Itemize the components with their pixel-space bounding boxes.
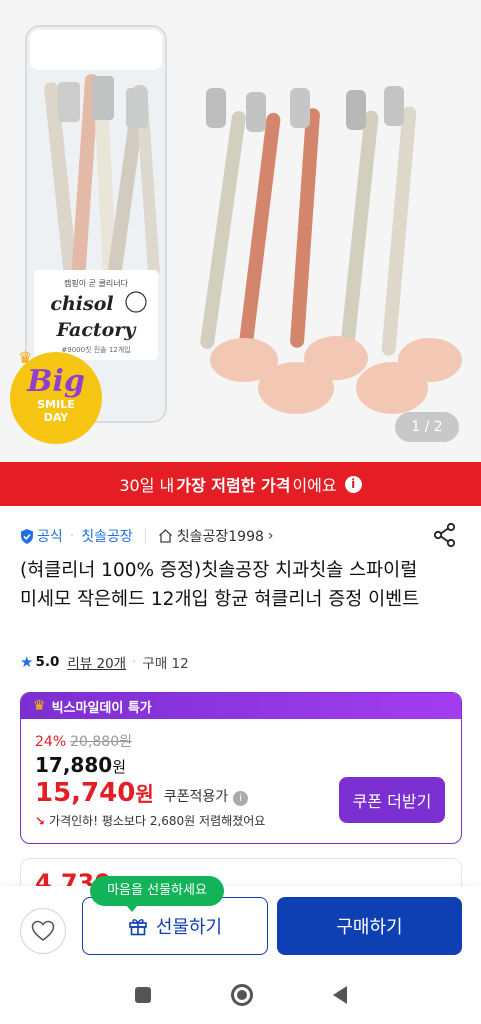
star-icon: ★ (20, 653, 34, 671)
jar-label-bottom: #9000칫 진솔 12개입 (61, 345, 130, 354)
info-icon[interactable]: i (344, 475, 362, 493)
price-drop-text: 가격인하! 평소보다 2,680원 저렴해졌어요 (49, 814, 266, 828)
badge-big-text: Big (27, 364, 85, 399)
rating-row: ★ 5.0 리뷰 20개 · 구매 12 (20, 652, 189, 672)
share-icon[interactable] (431, 521, 459, 549)
gift-label: 선물하기 (155, 917, 223, 938)
store-link[interactable]: 칫솔공장1998 › (158, 526, 274, 546)
promo-header: ♛ 빅스마일데이 특가 (21, 693, 461, 719)
shield-check-icon (21, 528, 33, 544)
divider (144, 529, 146, 543)
official-badge: 공식 (20, 526, 63, 546)
original-price: 20,880원 (70, 734, 132, 750)
coupon-price-label: 쿠폰적용가 (163, 789, 229, 805)
more-coupons-button[interactable]: 쿠폰 더받기 (339, 777, 445, 823)
wishlist-button[interactable] (20, 908, 66, 954)
reviews-link[interactable]: 리뷰 20개 (67, 652, 126, 672)
home-button-icon[interactable] (230, 984, 253, 1006)
image-counter: 1 / 2 (395, 412, 459, 442)
gift-icon (129, 919, 147, 936)
product-title: (혀클리너 100% 증정)칫솔공장 치과칫솔 스파이럴 미세모 작은헤드 12… (20, 560, 420, 610)
jar-label-top: 캠핑이 곧 클리너다 (64, 278, 129, 288)
banner-prefix: 30일 내 (119, 476, 175, 495)
bottom-action-bar: 선물하기 구매하기 (0, 886, 481, 966)
banner-bold: 가장 저렴한 가격 (176, 476, 291, 495)
badge-day-text: DAY (43, 411, 69, 424)
discount-row: 24% 20,880원 (35, 731, 447, 751)
info-icon[interactable]: i (233, 791, 249, 806)
arrow-down-icon: ↘ (35, 813, 46, 828)
recent-apps-icon[interactable] (134, 987, 151, 1003)
seller-row: 공식 · 칫솔공장 칫솔공장1998 › (20, 521, 467, 549)
dot-separator: · (132, 654, 137, 670)
purchase-count: 구매 12 (142, 656, 189, 672)
store-name: 칫솔공장1998 (176, 529, 264, 545)
badge-smile-text: SMILE (37, 398, 75, 411)
back-icon[interactable] (332, 986, 347, 1004)
promo-price-box: ♛ 빅스마일데이 특가 24% 20,880원 17,880원 15,740원 … (20, 692, 462, 844)
crown-icon: ♛ (33, 698, 46, 714)
gift-tooltip: 마음을 선물하세요 (90, 876, 224, 912)
official-label: 공식 (37, 529, 63, 545)
product-detail-screen: 캠핑이 곧 클리너다 chisol Factory #9000칫 진솔 12개입 (0, 0, 481, 1024)
sale-price-unit: 원 (112, 758, 126, 776)
promo-title: 빅스마일데이 특가 (51, 700, 152, 716)
big-smile-day-badge: Big SMILE DAY (10, 352, 102, 444)
chevron-right-icon: › (267, 528, 274, 544)
home-icon (158, 529, 172, 543)
sale-price-value: 17,880 (35, 753, 113, 777)
sale-price: 17,880원 (35, 753, 447, 777)
price-body: 24% 20,880원 17,880원 15,740원 쿠폰적용가 i ↘ 가격… (21, 719, 461, 837)
banner-suffix: 이에요 (292, 476, 337, 495)
heart-icon (31, 920, 55, 941)
coupon-price-value: 15,740 (35, 778, 136, 808)
lowest-price-banner[interactable]: 30일 내 가장 저렴한 가격 이에요 i (0, 462, 481, 506)
jar-label-line2: Factory (56, 319, 138, 341)
coupon-price-unit: 원 (135, 782, 154, 806)
product-image[interactable]: 캠핑이 곧 클리너다 chisol Factory #9000칫 진솔 12개입 (0, 0, 481, 462)
brand-link[interactable]: 칫솔공장 (81, 526, 133, 546)
system-nav-bar (0, 966, 481, 1024)
buy-button[interactable]: 구매하기 (277, 897, 462, 955)
dot-separator: · (69, 528, 75, 544)
rating-score: 5.0 (35, 654, 60, 670)
jar-label-line1: chisol (50, 293, 113, 315)
coupon-price: 15,740원 (35, 778, 154, 808)
discount-rate: 24% (35, 734, 67, 750)
